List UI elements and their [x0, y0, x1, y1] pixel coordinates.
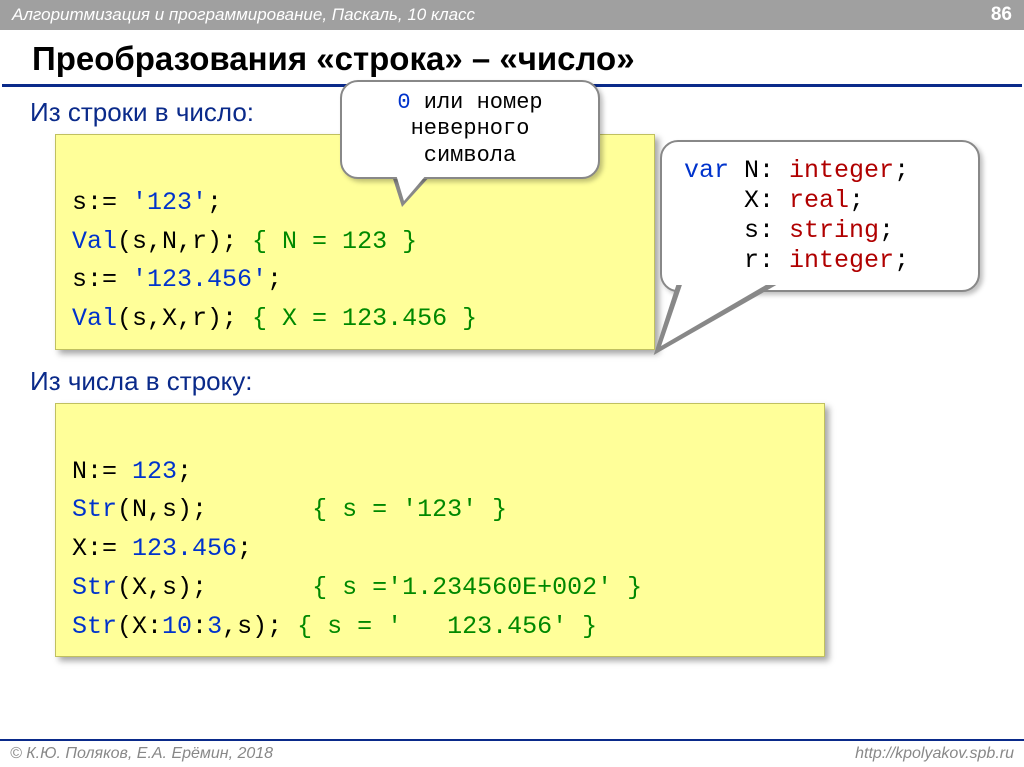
- footer-url: http://kpolyakov.spb.ru: [855, 745, 1014, 763]
- callout-tail-2-fill: [653, 282, 771, 346]
- callout-error-index: 0 или номер неверного символа: [340, 80, 600, 179]
- callout-zero: 0: [397, 90, 410, 115]
- callout-text: или номер неверного символа: [411, 90, 543, 168]
- slide-title: Преобразования «строка» – «число»: [2, 30, 1022, 87]
- code-box-number-to-string: N:= 123; Str(N,s); { s = '123' } X:= 123…: [55, 403, 825, 658]
- footer-bar: © К.Ю. Поляков, Е.А. Ерёмин, 2018 http:/…: [0, 739, 1024, 767]
- callout-var-block: var N: integer; X: real; s: string; r: i…: [660, 140, 980, 292]
- section-title-2: Из числа в строку:: [0, 364, 1024, 403]
- footer-copyright: © К.Ю. Поляков, Е.А. Ерёмин, 2018: [10, 745, 273, 763]
- breadcrumb: Алгоритмизация и программирование, Паска…: [12, 5, 475, 25]
- page-number: 86: [991, 4, 1012, 26]
- callout-tail-fill: [392, 161, 438, 201]
- top-bar: Алгоритмизация и программирование, Паска…: [0, 0, 1024, 30]
